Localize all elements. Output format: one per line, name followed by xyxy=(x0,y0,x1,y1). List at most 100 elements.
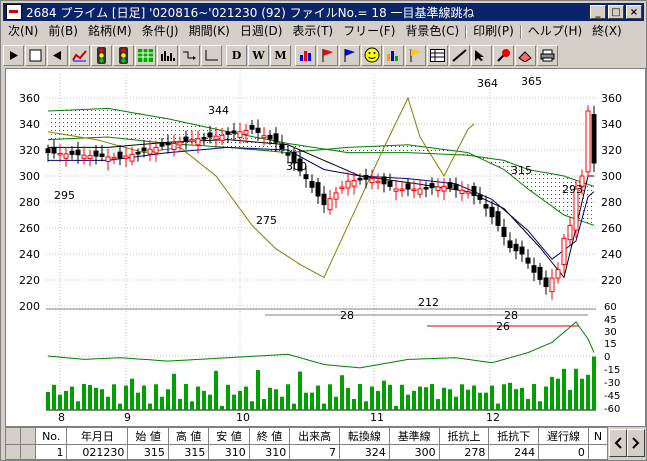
osc-tick-0: 0 xyxy=(604,352,610,363)
candle-body xyxy=(549,277,555,293)
menu-exit[interactable]: 終(X) xyxy=(587,23,627,40)
monthly-button[interactable]: M xyxy=(270,44,291,66)
candle-body xyxy=(423,187,429,190)
menu-prev[interactable]: 前(B) xyxy=(43,23,83,40)
flag-red-icon[interactable] xyxy=(317,44,338,66)
menu-print[interactable]: 印刷(P) xyxy=(468,23,519,40)
price-tick-340: 340 xyxy=(19,118,40,131)
app-icon[interactable] xyxy=(6,4,22,20)
candle-body xyxy=(159,142,165,147)
col-header: 抵抗下 xyxy=(488,427,540,445)
price-tick-right-260: 260 xyxy=(601,222,622,235)
candle-body xyxy=(489,206,495,218)
osc-tick-45: 45 xyxy=(604,315,617,326)
volume-bar xyxy=(430,384,434,410)
trend-line-icon[interactable] xyxy=(449,44,470,66)
candle-body xyxy=(321,193,327,206)
candle-body xyxy=(93,150,99,157)
info-bars-icon[interactable] xyxy=(383,44,404,66)
row-selector[interactable] xyxy=(5,444,21,460)
blank-page-icon[interactable] xyxy=(25,44,46,66)
menu-next[interactable]: 次(N) xyxy=(3,23,43,40)
cell-low: 310 xyxy=(208,444,250,460)
senkou-span-b-line xyxy=(47,136,595,226)
volume-bar xyxy=(220,405,224,410)
pin-icon[interactable] xyxy=(493,44,514,66)
label-300: 300 xyxy=(286,160,307,173)
smiley-icon[interactable] xyxy=(361,44,382,66)
candle-body xyxy=(123,155,129,159)
menu-free[interactable]: フリー(F) xyxy=(338,23,400,40)
flag-yellow-icon[interactable] xyxy=(405,44,426,66)
candle-body xyxy=(333,192,339,200)
volume-bar xyxy=(46,392,50,410)
volume-bar xyxy=(484,392,488,410)
grid-icon[interactable] xyxy=(135,44,156,66)
back-icon[interactable] xyxy=(47,44,68,66)
oscillator-panel xyxy=(46,321,596,369)
cell-no: 1 xyxy=(34,444,68,460)
candle-body xyxy=(87,155,93,159)
play-icon[interactable] xyxy=(3,44,24,66)
menu-period[interactable]: 期間(K) xyxy=(184,23,235,40)
chart-icon[interactable] xyxy=(69,44,90,66)
label-275: 275 xyxy=(256,214,277,227)
candle-body xyxy=(447,182,453,189)
signal-icon-1[interactable] xyxy=(91,44,112,66)
title-bar: 2684 プライム [日足] '020816~'021230 (92) ファイル… xyxy=(3,3,644,21)
menu-stock[interactable]: 銘柄(M) xyxy=(83,23,137,40)
cell-high: 315 xyxy=(167,444,210,460)
table-icon[interactable] xyxy=(427,44,448,66)
volume-bar xyxy=(166,389,170,410)
menu-view[interactable]: 表示(T) xyxy=(287,23,338,40)
col-header: 抵抗上 xyxy=(438,427,490,445)
step-icon[interactable] xyxy=(179,44,200,66)
volume-bar xyxy=(574,368,578,410)
volume-bar xyxy=(514,389,518,410)
maximize-button[interactable]: □ xyxy=(608,5,624,19)
toolbar: D W M xyxy=(3,43,644,67)
volume-bar xyxy=(346,387,350,410)
flag-blue-icon[interactable] xyxy=(339,44,360,66)
pointer-icon[interactable] xyxy=(471,44,492,66)
menu-help[interactable]: ヘルプ(H) xyxy=(523,23,587,40)
period-label-1: 28 xyxy=(340,309,354,322)
volume-bar xyxy=(448,389,452,410)
underline-icon[interactable] xyxy=(201,44,222,66)
volume-bar xyxy=(316,385,320,410)
label-315: 315 xyxy=(511,164,532,177)
volume-bar xyxy=(460,384,464,410)
bar-chart-icon[interactable] xyxy=(295,44,316,66)
scroll-left-button[interactable] xyxy=(609,429,627,457)
row-selector[interactable] xyxy=(20,444,36,460)
volume-bar xyxy=(88,384,92,410)
volume-bar xyxy=(256,370,260,410)
price-tick-right-220: 220 xyxy=(601,274,622,287)
menu-bgcolor[interactable]: 背景色(C) xyxy=(400,23,464,40)
row-selector[interactable] xyxy=(20,427,36,445)
volume-bar xyxy=(304,392,308,410)
signal-icon-2[interactable] xyxy=(113,44,134,66)
print-icon[interactable] xyxy=(537,44,558,66)
month-label-8: 8 xyxy=(58,411,65,424)
ichimoku-chart[interactable]: 360 340 320 300 280 260 240 220 200 360 … xyxy=(6,69,645,426)
col-header: 安 値 xyxy=(208,427,250,445)
volume-bar xyxy=(328,384,332,410)
candle-body xyxy=(285,152,291,156)
eraser-icon[interactable] xyxy=(515,44,536,66)
daily-button[interactable]: D xyxy=(226,44,247,66)
row-selector[interactable] xyxy=(5,427,21,445)
volume-bars xyxy=(46,356,596,410)
volume-bar xyxy=(64,390,68,410)
bars-icon[interactable] xyxy=(157,44,178,66)
volume-bar xyxy=(496,403,500,410)
table-row[interactable]: 1 021230 315 315 310 310 7 324 300 278 2… xyxy=(5,444,609,460)
weekly-button[interactable]: W xyxy=(248,44,269,66)
minimize-button[interactable]: _ xyxy=(590,5,606,19)
menu-condition[interactable]: 条件(J) xyxy=(137,23,184,40)
candle-body xyxy=(201,137,207,140)
menu-daily-weekly[interactable]: 日週(D) xyxy=(235,23,288,40)
close-button[interactable]: × xyxy=(626,5,642,19)
chart-panel[interactable]: 360 340 320 300 280 260 240 220 200 360 … xyxy=(5,68,646,427)
scroll-right-button[interactable] xyxy=(627,429,645,457)
